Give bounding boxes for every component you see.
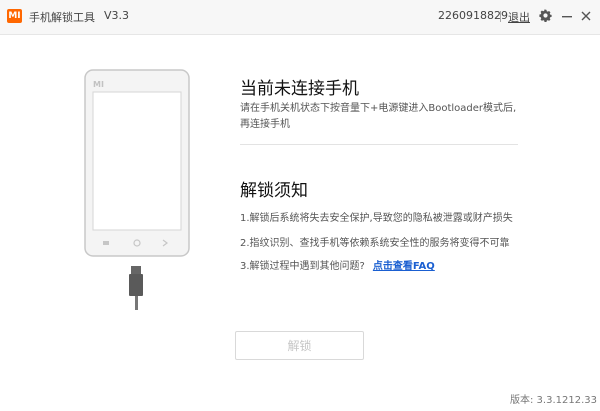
notice-item-3: 3.解锁过程中遇到其他问题? 点击查看FAQ xyxy=(240,257,435,272)
title-separator xyxy=(500,11,501,22)
phone-illustration-icon: MI xyxy=(84,69,190,310)
unlock-tool-window: MI 手机解锁工具 V3.3 2260918829 退出 MI 当前未连接手机 … xyxy=(0,0,600,411)
app-title: 手机解锁工具 xyxy=(29,11,95,24)
svg-text:MI: MI xyxy=(93,80,104,89)
unlock-button[interactable]: 解锁 xyxy=(235,331,364,360)
version-label: 版本: 3.3.1212.33 xyxy=(510,395,597,406)
section-divider xyxy=(240,144,518,145)
logout-link[interactable]: 退出 xyxy=(508,9,530,25)
gear-icon[interactable] xyxy=(539,9,552,22)
phone-illustration: MI xyxy=(83,68,191,312)
notice-item-2: 2.指纹识别、查找手机等依赖系统安全性的服务将变得不可靠 xyxy=(240,238,510,249)
close-icon[interactable] xyxy=(579,9,592,22)
notice-item-1: 1.解锁后系统将失去安全保护,导致您的隐私被泄露或财产损失 xyxy=(240,213,513,224)
connect-instruction: 请在手机关机状态下按音量下+电源键进入Bootloader模式后,再连接手机 xyxy=(240,103,517,130)
notice-item-3-text: 3.解锁过程中遇到其他问题? xyxy=(240,261,365,272)
connect-status-title: 当前未连接手机 xyxy=(240,79,359,99)
minimize-icon[interactable] xyxy=(560,9,573,22)
faq-link[interactable]: 点击查看FAQ xyxy=(373,261,435,272)
mi-logo: MI xyxy=(7,9,22,23)
unlock-notice-title: 解锁须知 xyxy=(240,181,308,201)
title-bar: MI 手机解锁工具 V3.3 2260918829 退出 xyxy=(0,0,600,35)
account-id: 2260918829 xyxy=(438,9,508,22)
app-version: V3.3 xyxy=(104,9,130,22)
